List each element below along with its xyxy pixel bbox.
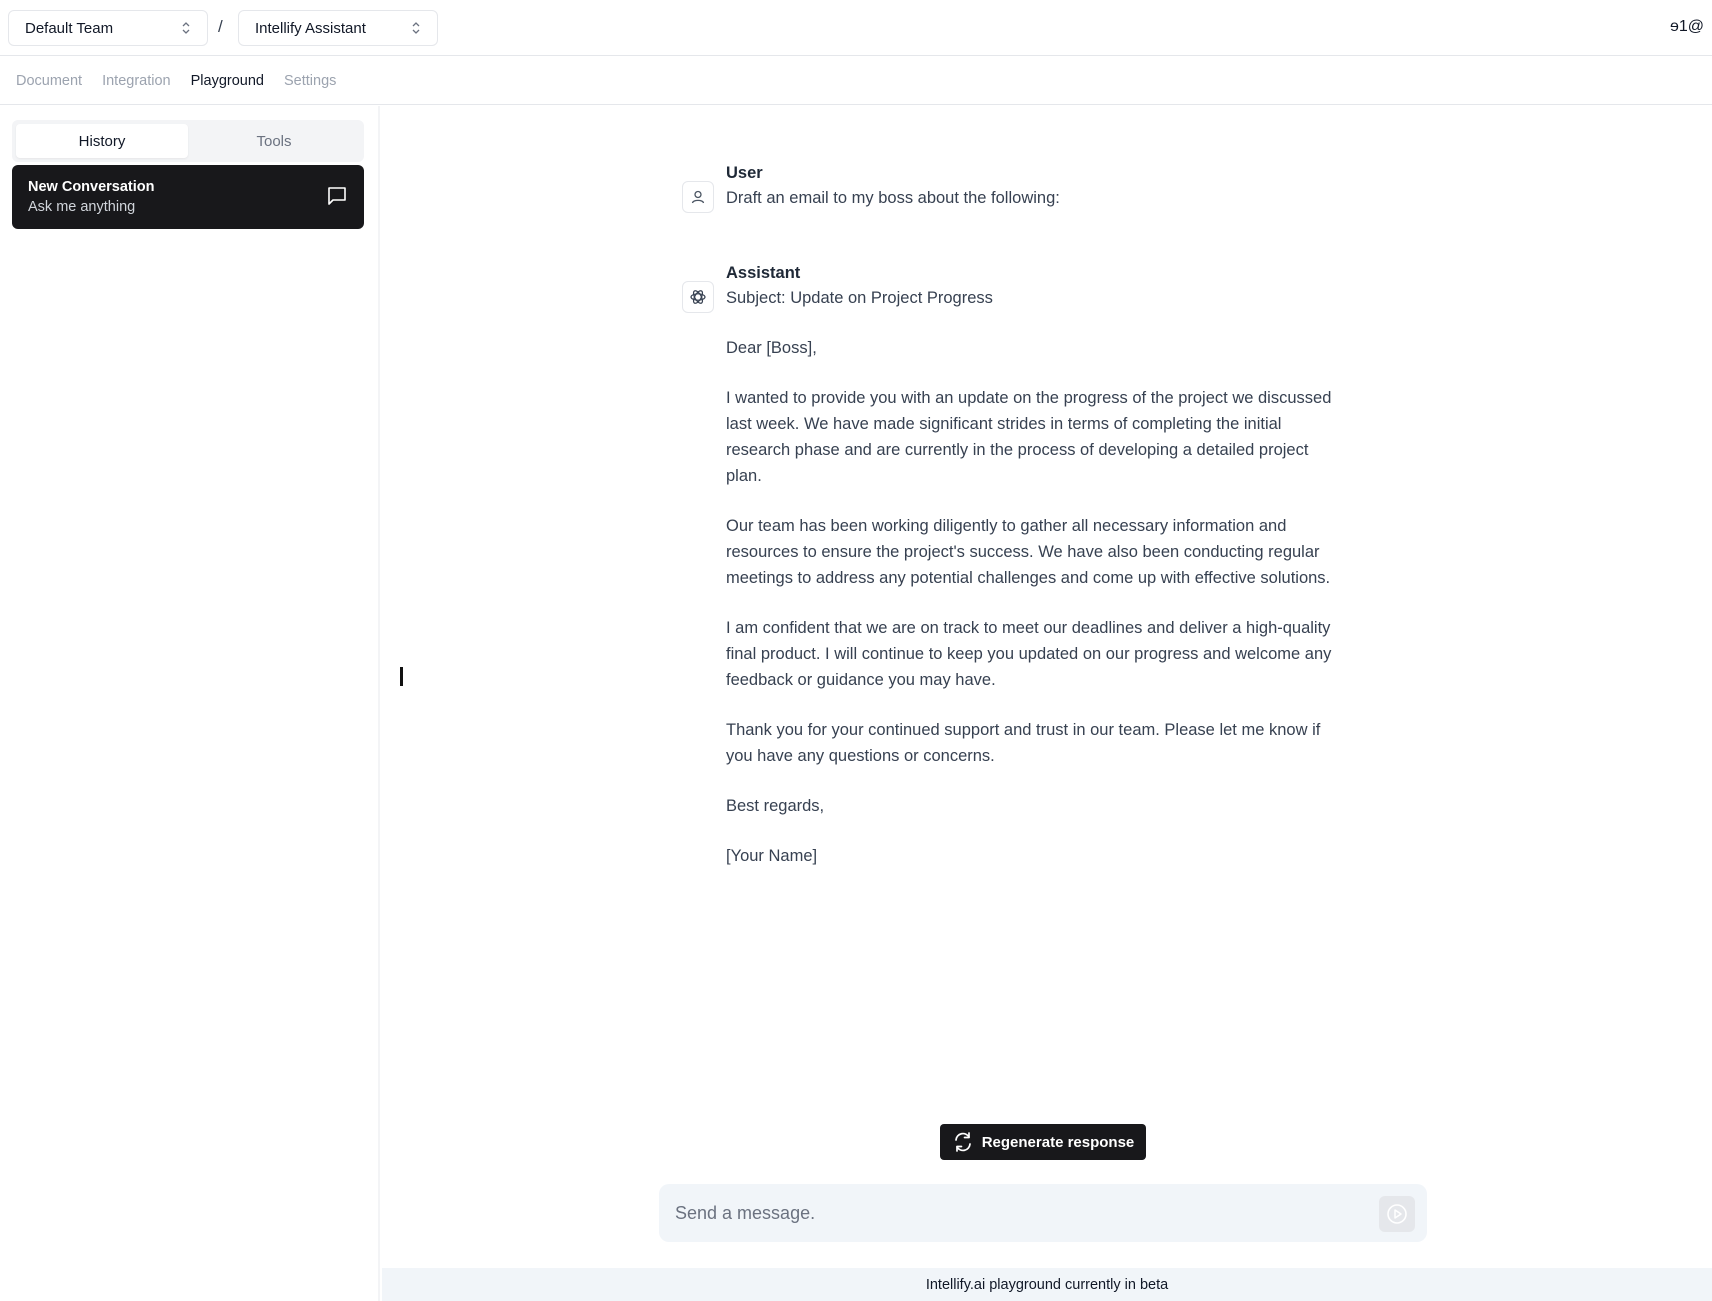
user-menu[interactable]: ɘ1@: [1670, 18, 1704, 36]
assistant-select[interactable]: Intellify Assistant: [238, 10, 438, 46]
conversation-item[interactable]: New Conversation Ask me anything: [12, 165, 364, 229]
refresh-icon: [954, 1132, 971, 1152]
email-paragraph: I wanted to provide you with an update o…: [726, 389, 1332, 485]
email-signoff: Best regards,: [726, 797, 825, 815]
tab-integration[interactable]: Integration: [102, 73, 171, 89]
email-greeting: Dear [Boss],: [726, 339, 817, 357]
beta-notice: Intellify.ai playground currently in bet…: [925, 1276, 1169, 1293]
regenerate-label: Regenerate response: [981, 1133, 1135, 1151]
assistant-logo-icon: [690, 290, 706, 304]
email-signature: [Your Name]: [726, 847, 818, 865]
user-icon: [691, 190, 705, 204]
email-paragraph: I am confident that we are on track to m…: [726, 619, 1332, 689]
send-icon: [1387, 1204, 1407, 1224]
team-select[interactable]: Default Team: [8, 10, 208, 46]
assistant-message-body: Subject: Update on Project Progress Dear…: [726, 285, 1346, 869]
sidebar-segmented-control: History Tools: [12, 120, 364, 162]
email-paragraph: Our team has been working diligently to …: [726, 517, 1331, 587]
email-paragraph: Thank you for your continued support and…: [726, 721, 1321, 765]
assistant-message: Assistant Subject: Update on Project Pro…: [726, 261, 1346, 893]
segment-history[interactable]: History: [16, 124, 188, 158]
tab-settings[interactable]: Settings: [284, 73, 336, 89]
chevron-up-down-icon: [182, 22, 190, 34]
chat-bubble-icon: [328, 187, 346, 205]
assistant-message-role: Assistant: [726, 264, 801, 282]
team-select-value: Default Team: [25, 19, 114, 37]
chevron-up-down-icon: [412, 22, 420, 34]
message-composer: [659, 1184, 1427, 1242]
assistant-select-value: Intellify Assistant: [255, 19, 366, 37]
top-bar: Default Team / Intellify Assistant ɘ1@: [0, 0, 1712, 56]
user-message: User Draft an email to my boss about the…: [726, 161, 1346, 211]
send-button[interactable]: [1379, 1196, 1415, 1232]
conversation-subtitle: Ask me anything: [28, 199, 136, 215]
beta-footer: Intellify.ai playground currently in bet…: [382, 1268, 1712, 1301]
conversation-title: New Conversation: [28, 179, 155, 195]
user-message-text: Draft an email to my boss about the foll…: [726, 189, 1060, 207]
regenerate-button[interactable]: Regenerate response: [940, 1124, 1146, 1160]
email-subject: Subject: Update on Project Progress: [726, 289, 993, 307]
breadcrumb-separator: /: [218, 17, 223, 36]
segment-tools[interactable]: Tools: [188, 124, 360, 158]
text-cursor: [400, 667, 403, 686]
message-input[interactable]: [675, 1184, 1335, 1242]
assistant-avatar: [682, 281, 714, 313]
tab-playground[interactable]: Playground: [191, 73, 264, 89]
nav-tabs: Document Integration Playground Settings: [0, 57, 1712, 105]
user-avatar: [682, 181, 714, 213]
user-message-role: User: [726, 164, 763, 182]
tab-document[interactable]: Document: [16, 73, 82, 89]
sidebar: History Tools New Conversation Ask me an…: [0, 106, 380, 1301]
